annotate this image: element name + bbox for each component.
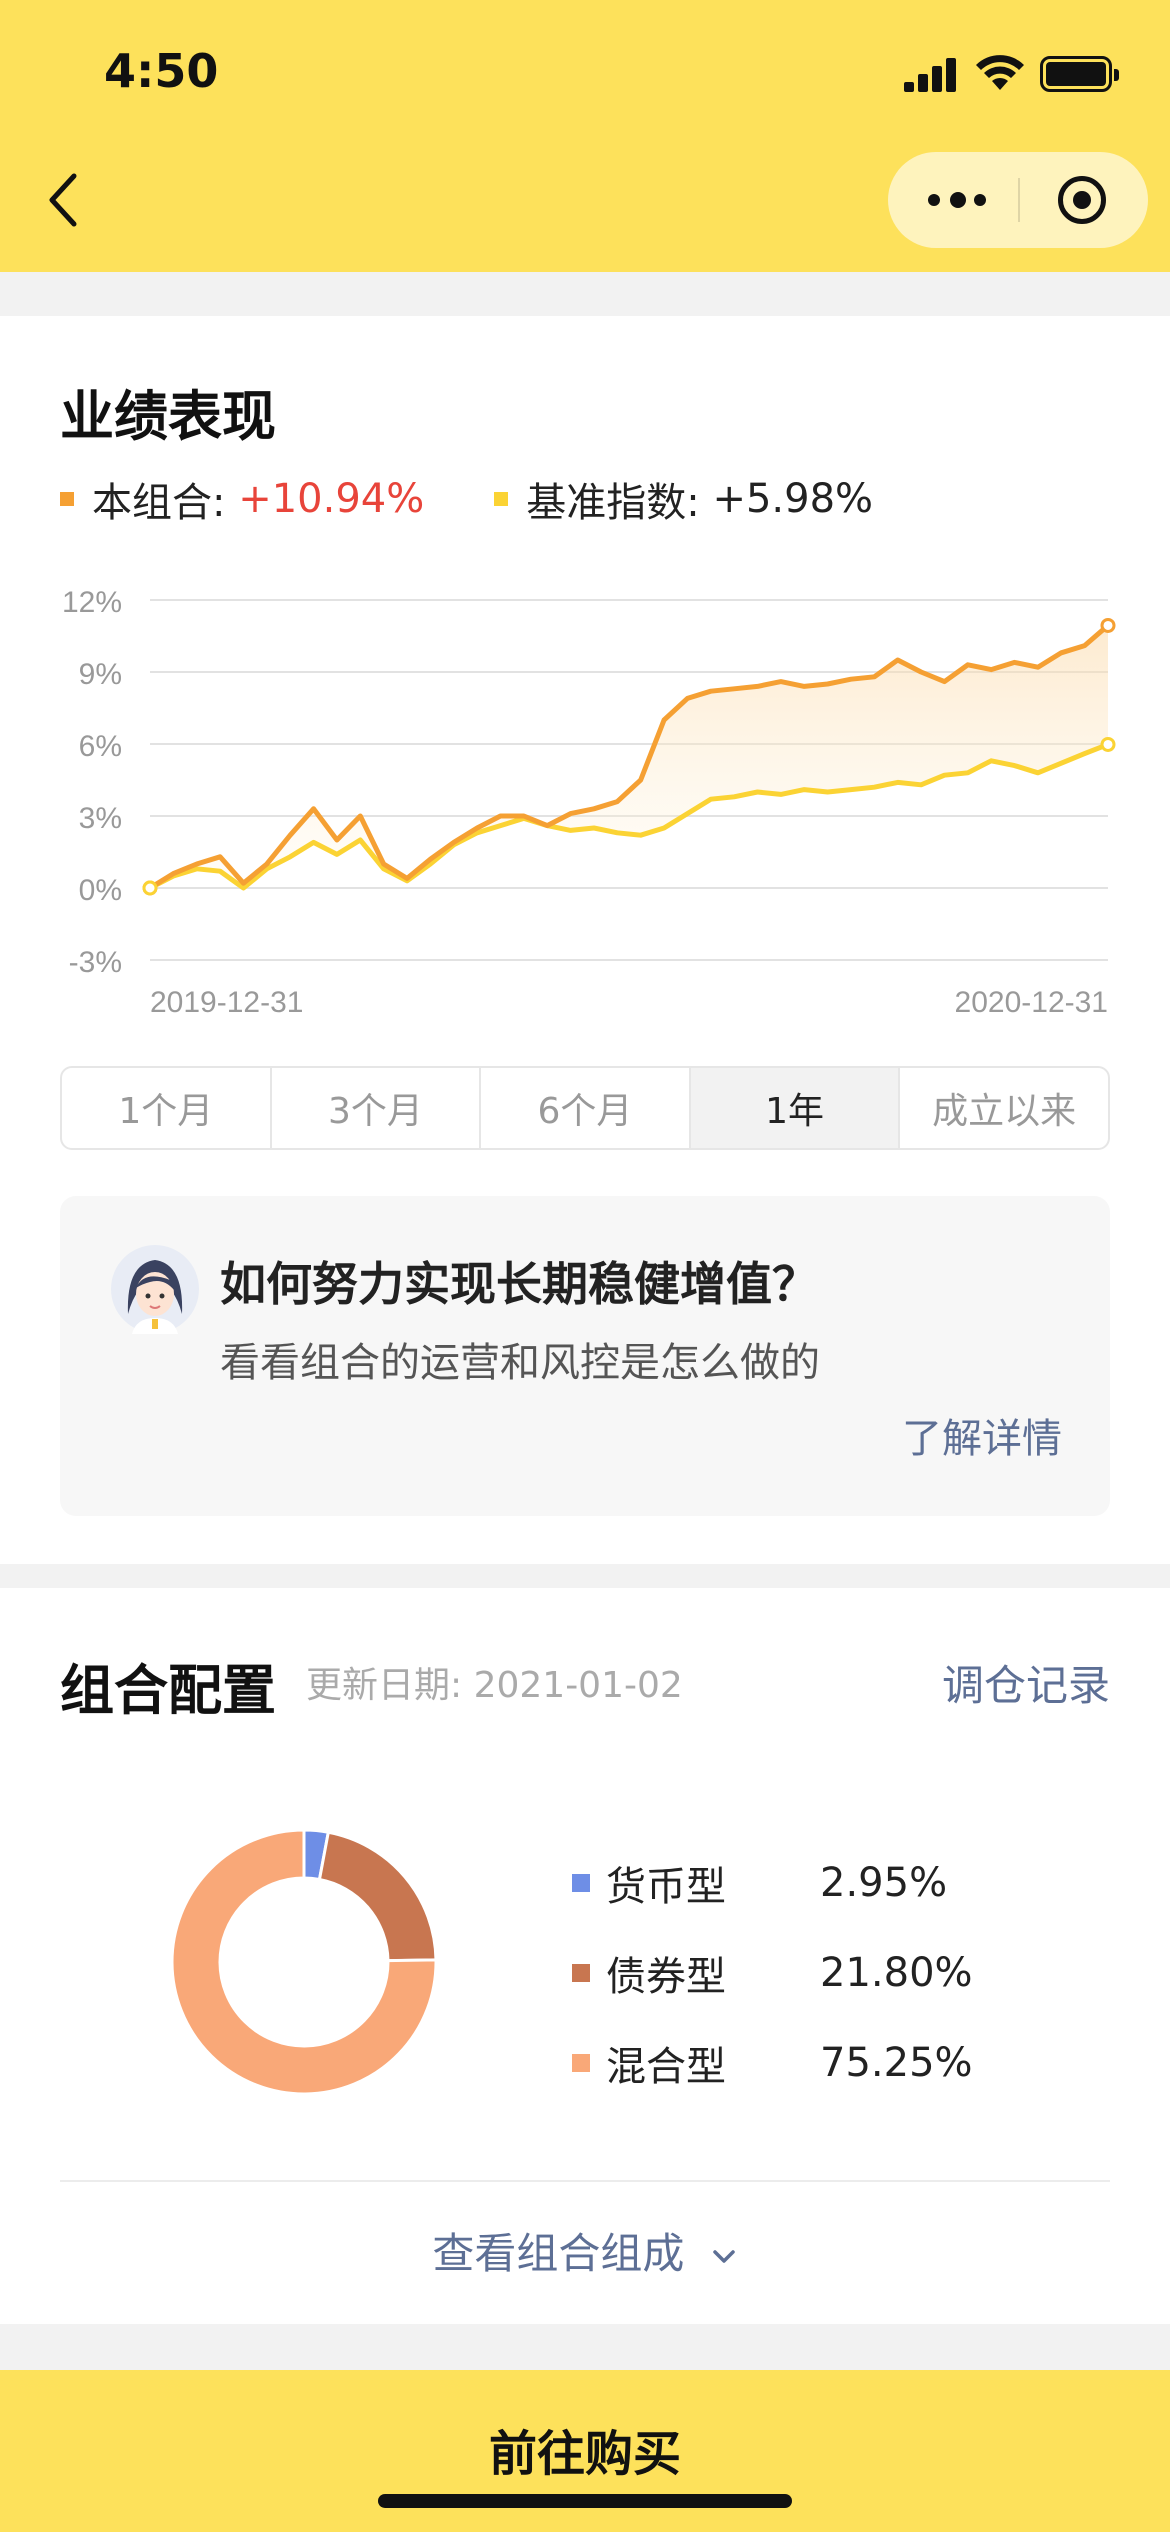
status-time: 4:50 xyxy=(104,44,219,98)
battery-icon xyxy=(1040,56,1119,92)
legend-value-portfolio: +10.94% xyxy=(238,476,425,522)
legend-label-portfolio: 本组合: xyxy=(92,480,226,526)
legend-value-benchmark: +5.98% xyxy=(712,476,874,522)
swatch-mixed xyxy=(572,2054,590,2072)
update-date: 更新日期: 2021-01-02 xyxy=(306,1665,683,1706)
allocation-donut-chart xyxy=(170,1828,438,2096)
legend-swatch-portfolio xyxy=(60,492,74,506)
benchmark-start-point xyxy=(142,880,158,896)
top-bar: 4:50 xyxy=(0,0,1170,272)
y-tick-label: 3% xyxy=(79,802,122,835)
portfolio-end-point xyxy=(1100,617,1116,633)
swatch-money xyxy=(572,1874,590,1892)
performance-chart: 12% 9% 6% 3% 0% -3% 2019-12-31 2020-12-31 xyxy=(62,586,1116,1019)
y-tick-label: 9% xyxy=(79,658,122,691)
allocation-name: 货币型 xyxy=(606,1864,726,1910)
x-tick-start: 2019-12-31 xyxy=(150,986,303,1019)
allocation-row-money: 货币型 2.95% xyxy=(572,1838,973,1928)
back-arrow-icon[interactable] xyxy=(40,170,90,230)
view-composition-label: 查看组合组成 xyxy=(432,2229,685,2278)
y-tick-label: -3% xyxy=(69,946,122,979)
divider xyxy=(60,2180,1110,2182)
promo-subtitle: 看看组合的运营和风控是怎么做的 xyxy=(220,1340,820,1386)
allocation-row-bond: 债券型 21.80% xyxy=(572,1928,973,2018)
signal-icon xyxy=(904,58,958,92)
tab-1-year[interactable]: 1年 xyxy=(690,1068,901,1148)
more-icon[interactable] xyxy=(928,188,988,212)
learn-more-link[interactable]: 了解详情 xyxy=(902,1406,1062,1464)
donut-slice-1 xyxy=(317,1830,438,1963)
rebalance-history-link[interactable]: 调仓记录 xyxy=(942,1652,1110,1713)
close-target-icon[interactable] xyxy=(1058,176,1106,224)
legend-swatch-benchmark xyxy=(494,492,509,506)
benchmark-end-point xyxy=(1100,736,1116,752)
tab-3-months[interactable]: 3个月 xyxy=(272,1068,482,1148)
tab-since-inception[interactable]: 成立以来 xyxy=(900,1068,1108,1148)
y-tick-label: 12% xyxy=(62,586,122,619)
swatch-bond xyxy=(572,1964,590,1982)
advisor-avatar-icon xyxy=(111,1245,199,1334)
period-tabs: 1个月 3个月 6个月 1年 成立以来 xyxy=(60,1066,1110,1150)
home-indicator xyxy=(378,2494,792,2508)
allocation-title: 组合配置 xyxy=(60,1659,276,1722)
y-tick-label: 0% xyxy=(79,874,122,907)
tab-1-month[interactable]: 1个月 xyxy=(62,1068,272,1148)
allocation-name: 债券型 xyxy=(606,1954,726,2000)
buy-button[interactable]: 前往购买 xyxy=(0,2414,1170,2484)
allocation-legend: 货币型 2.95% 债券型 21.80% 混合型 75.25% xyxy=(572,1838,973,2108)
view-composition-link[interactable]: 查看组合组成 xyxy=(0,2220,1170,2281)
allocation-value: 75.25% xyxy=(820,2040,973,2086)
mini-program-capsule xyxy=(888,152,1148,248)
y-tick-label: 6% xyxy=(79,730,122,763)
performance-title: 业绩表现 xyxy=(60,385,276,448)
promo-title: 如何努力实现长期稳健增值？ xyxy=(220,1257,818,1311)
x-tick-end: 2020-12-31 xyxy=(955,986,1108,1019)
promo-card[interactable]: 如何努力实现长期稳健增值？ 看看组合的运营和风控是怎么做的 了解详情 xyxy=(60,1196,1110,1516)
wifi-icon xyxy=(976,55,1024,90)
allocation-value: 2.95% xyxy=(820,1860,948,1906)
chevron-down-icon xyxy=(712,2249,735,2263)
allocation-name: 混合型 xyxy=(606,2044,726,2090)
performance-legend: 本组合: +10.94% 基准指数: +5.98% xyxy=(60,470,873,528)
allocation-row-mixed: 混合型 75.25% xyxy=(572,2018,973,2108)
allocation-value: 21.80% xyxy=(820,1950,973,1996)
legend-label-benchmark: 基准指数: xyxy=(526,480,700,526)
tab-6-months[interactable]: 6个月 xyxy=(481,1068,691,1148)
